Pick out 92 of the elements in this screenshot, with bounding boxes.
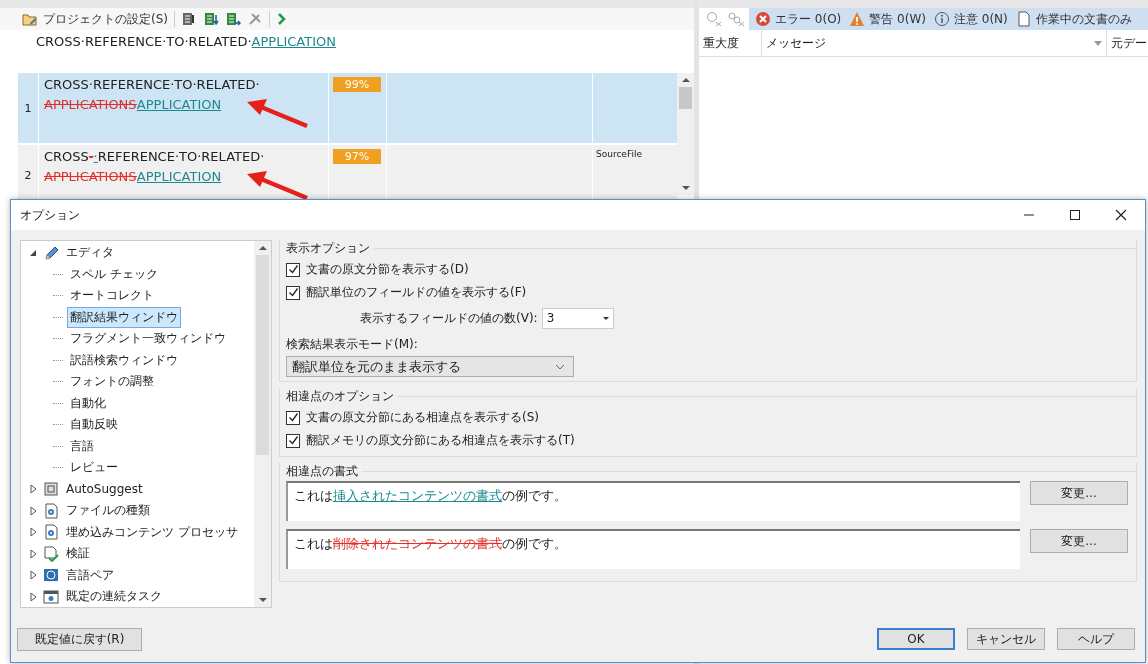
tree-item[interactable]: フォントの調整: [67, 371, 157, 393]
dialog-button[interactable]: OK: [877, 628, 955, 650]
search-mode-dropdown[interactable]: 翻訳単位を元のまま表示する: [286, 356, 574, 377]
tree-item[interactable]: 翻訳結果ウィンドウ: [67, 306, 181, 328]
tree-item[interactable]: ファイルの種類: [63, 500, 153, 522]
group-title: 相違点の書式: [285, 462, 358, 480]
tree-item[interactable]: エディタ: [63, 242, 117, 264]
reset-button[interactable]: 既定値に戻す(R): [17, 627, 142, 651]
source-text: CROSS-·REFERENCE·TO·RELATED· APPLICATIONSAPPLICATION: [44, 148, 265, 186]
filter-button[interactable]: エラー 0(O): [755, 10, 842, 28]
checkbox[interactable]: [286, 285, 300, 300]
number-field[interactable]: 3: [541, 307, 614, 329]
checkbox[interactable]: [286, 410, 300, 425]
checkbox[interactable]: [286, 433, 300, 448]
tree-item[interactable]: オートコレクト: [67, 285, 157, 307]
match-score: 99%: [333, 77, 381, 92]
row-number: 2: [24, 168, 32, 182]
column-header[interactable]: 重大度: [699, 30, 762, 56]
expand-icon[interactable]: [29, 528, 37, 537]
tree-item[interactable]: レビュー: [67, 457, 121, 479]
scrollbar[interactable]: [254, 241, 271, 607]
list-right-icon[interactable]: [225, 11, 241, 27]
list-icon[interactable]: [181, 11, 197, 27]
close-icon[interactable]: [1115, 209, 1127, 221]
dialog-title: オプション: [20, 206, 80, 224]
warning-icon: [849, 11, 866, 27]
filter-button[interactable]: 作業中の文書のみ: [1015, 10, 1132, 28]
tree-item[interactable]: 言語ペア: [63, 564, 117, 586]
checkbox[interactable]: [286, 262, 300, 277]
collapse-icon[interactable]: [29, 248, 37, 257]
check-document-icon: [43, 545, 59, 562]
dialog-button[interactable]: キャンセル: [967, 628, 1045, 650]
tree-item[interactable]: フラグメント一致ウィンドウ: [67, 328, 229, 350]
expand-icon[interactable]: [29, 506, 37, 515]
gear-document-icon: [43, 524, 59, 541]
scroll-up-icon[interactable]: [258, 246, 267, 250]
scroll-down-icon[interactable]: [258, 598, 267, 602]
expand-icon[interactable]: [29, 592, 37, 601]
sample-text: これは削除されたコンテンツの書式の例です。: [294, 536, 567, 551]
expand-icon[interactable]: [29, 571, 37, 580]
sample-text: これは挿入されたコンテンツの書式の例です。: [294, 488, 567, 503]
maximize-icon[interactable]: [1069, 209, 1081, 221]
match-score: 97%: [333, 149, 381, 164]
column-header[interactable]: メッセージ: [762, 30, 1107, 56]
error-icon: [755, 11, 771, 27]
project-settings-button[interactable]: プロジェクトの設定(S): [22, 10, 168, 28]
expand-icon[interactable]: [29, 549, 37, 558]
globe-icon: [43, 567, 59, 584]
filter-button[interactable]: 警告 0(W): [849, 10, 926, 28]
tree-item[interactable]: 検証: [63, 543, 93, 565]
tree-item[interactable]: 訳語検索ウィンドウ: [67, 349, 181, 371]
dialog-button[interactable]: ヘルプ: [1057, 628, 1135, 650]
filter-button[interactable]: 注意 0(N): [933, 10, 1008, 28]
pencil-icon: [43, 244, 59, 261]
tree-item[interactable]: スペル チェック: [67, 263, 161, 285]
gear-document-icon: [43, 502, 59, 519]
tree-item[interactable]: 既定の連続タスク: [63, 586, 165, 607]
column-header[interactable]: 元デー: [1107, 30, 1148, 56]
scroll-up-icon[interactable]: [681, 78, 690, 82]
source-text: CROSS·REFERENCE·TO·RELATED· APPLICATIONSAPPLICATION: [44, 76, 260, 114]
checkbox-label[interactable]: 文書の原文分節にある相違点を表示する(S): [306, 409, 539, 426]
group-title: 表示オプション: [285, 240, 370, 257]
scrollbar[interactable]: [677, 73, 694, 195]
tree-item[interactable]: 言語: [67, 435, 97, 457]
scroll-down-icon[interactable]: [681, 186, 690, 190]
group-title: 相違点のオプション: [285, 387, 394, 405]
field-label: 表示するフィールドの値の数(V):: [360, 309, 538, 327]
tree-item[interactable]: 埋め込みコンテンツ プロセッサ: [63, 521, 241, 543]
checkbox-label[interactable]: 翻訳単位のフィールドの値を表示する(F): [306, 284, 527, 301]
tree-item[interactable]: 自動化: [67, 392, 109, 414]
checkbox-label[interactable]: 文書の原文分節を表示する(D): [306, 261, 469, 278]
gear-window-icon: [43, 588, 59, 605]
expand-icon[interactable]: [29, 485, 37, 494]
tree-item[interactable]: AutoSuggest: [63, 480, 146, 499]
folder-pencil-icon: [22, 12, 38, 26]
field-label: 検索結果表示モード(M):: [286, 336, 418, 353]
chevron-down-icon: [555, 363, 565, 370]
match-row[interactable]: 1 CROSS·REFERENCE·TO·RELATED· APPLICATIONSAPPLICATION 99%: [18, 73, 677, 145]
chevron-right-icon[interactable]: [276, 11, 288, 27]
list-down-icon[interactable]: [203, 11, 219, 27]
change-button[interactable]: 変更...: [1030, 481, 1128, 505]
tree-item[interactable]: 自動反映: [67, 414, 121, 436]
row-number: 1: [24, 101, 32, 115]
origin-text: SourceFile: [596, 149, 642, 159]
checkbox-label[interactable]: 翻訳メモリの原文分節にある相違点を表示する(T): [306, 432, 575, 449]
info-icon: [933, 11, 950, 27]
document-icon: [1015, 11, 1032, 27]
scroll-thumb[interactable]: [679, 87, 692, 109]
preview-text: CROSS·REFERENCE·TO·RELATED·APPLICATION: [36, 34, 336, 49]
module-icon: [43, 481, 59, 498]
dropdown-icon[interactable]: [1094, 40, 1102, 46]
change-button[interactable]: 変更...: [1030, 529, 1128, 553]
